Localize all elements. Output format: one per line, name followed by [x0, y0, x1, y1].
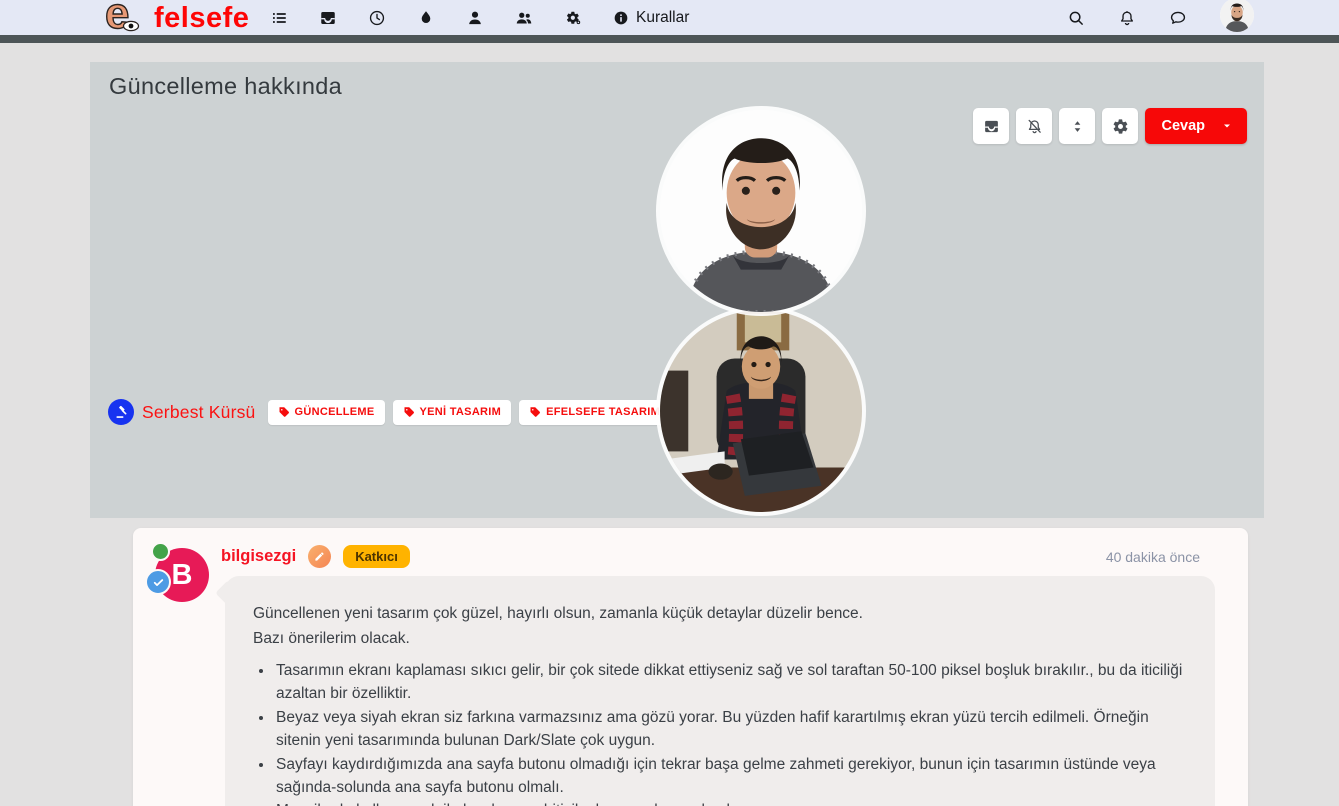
chat-icon[interactable]: [1169, 9, 1187, 27]
list-icon[interactable]: [270, 9, 288, 27]
tag-guncelleme[interactable]: GÜNCELLEME: [267, 399, 385, 425]
caret-down-icon: [1224, 124, 1230, 128]
svg-text:e: e: [105, 0, 129, 36]
brand-logo[interactable]: e felsefe: [104, 0, 249, 41]
brand-text: felsefe: [154, 1, 250, 34]
author-role-badge[interactable]: Katkıcı: [343, 545, 410, 568]
category-link[interactable]: Serbest Kürsü: [142, 402, 256, 423]
post-author-name[interactable]: bilgisezgi: [221, 547, 296, 566]
post-bullet: Sayfayı kaydırdığımızda ana sayfa butonu…: [274, 753, 1187, 800]
inbox-icon[interactable]: [319, 9, 337, 27]
top-navbar: e felsefe Kurallar: [0, 0, 1339, 39]
navbar-right: [1067, 0, 1254, 35]
gear-button[interactable]: [1102, 108, 1139, 144]
search-icon[interactable]: [1067, 9, 1085, 27]
author-pencil-icon: [308, 545, 332, 568]
tag-icon: [279, 407, 289, 417]
bell-icon[interactable]: [1118, 9, 1136, 27]
post-bullet: Mesajlarda kullanıcı adı ile level yazıs…: [274, 799, 1187, 806]
post-bullet: Beyaz veya siyah ekran siz farkına varma…: [274, 706, 1187, 753]
post-avatar-group: B: [145, 542, 209, 602]
avatar-initial: B: [171, 558, 193, 591]
page-title: Güncelleme hakkında: [109, 73, 343, 99]
topic-header: Güncelleme hakkında Cevap Serbest Kürsü: [90, 62, 1264, 518]
info-icon: [613, 10, 629, 26]
post-bullet-list: Tasarımın ekranı kaplaması sıkıcı gelir,…: [253, 659, 1187, 806]
online-status-dot: [151, 542, 170, 561]
post-timestamp: 40 dakika önce: [1105, 549, 1200, 565]
tag-label: EFELSEFE TASARIMI: [546, 406, 664, 418]
tag-icon: [530, 407, 541, 417]
user-icon[interactable]: [466, 9, 484, 27]
topic-participant-avatar-1[interactable]: [660, 110, 862, 312]
post-body: Güncellenen yeni tasarım çok güzel, hayı…: [225, 576, 1215, 806]
tag-label: YENİ TASARIM: [419, 406, 502, 418]
tag-icon: [404, 407, 414, 417]
sort-button[interactable]: [1059, 108, 1096, 144]
logo-e-icon: e: [104, 0, 146, 41]
flame-icon[interactable]: [417, 9, 435, 27]
users-icon[interactable]: [515, 9, 533, 27]
verified-check-icon: [145, 569, 171, 595]
navbar-menu: Kurallar: [270, 0, 689, 35]
post-card: B bilgisezgi Katkıcı 40 dakika önce Günc…: [133, 528, 1248, 806]
rules-menu-item[interactable]: Kurallar: [613, 9, 689, 27]
reply-button[interactable]: Cevap: [1145, 108, 1247, 144]
rules-label: Kurallar: [636, 8, 690, 26]
profile-avatar[interactable]: [1220, 0, 1254, 32]
post-header: bilgisezgi Katkıcı: [221, 545, 410, 568]
bell-slash-button[interactable]: [1016, 108, 1053, 144]
post-bullet: Tasarımın ekranı kaplaması sıkıcı gelir,…: [274, 659, 1187, 706]
tag-yeni-tasarim[interactable]: YENİ TASARIM: [392, 399, 512, 425]
gavel-icon[interactable]: [108, 399, 134, 425]
post-intro-line-2: Bazı önerilerim olacak.: [253, 630, 410, 647]
tag-efelsefe-tasarimi[interactable]: EFELSEFE TASARIMI: [519, 399, 674, 425]
reply-label: Cevap: [1161, 118, 1205, 134]
inbox-button[interactable]: [973, 108, 1010, 144]
gears-icon[interactable]: [564, 9, 582, 27]
topic-actions: Cevap: [973, 108, 1247, 144]
post-intro-line-1: Güncellenen yeni tasarım çok güzel, hayı…: [253, 605, 863, 622]
clock-icon[interactable]: [368, 9, 386, 27]
tag-label: GÜNCELLEME: [294, 406, 375, 418]
topic-participant-avatar-2[interactable]: [660, 310, 862, 512]
